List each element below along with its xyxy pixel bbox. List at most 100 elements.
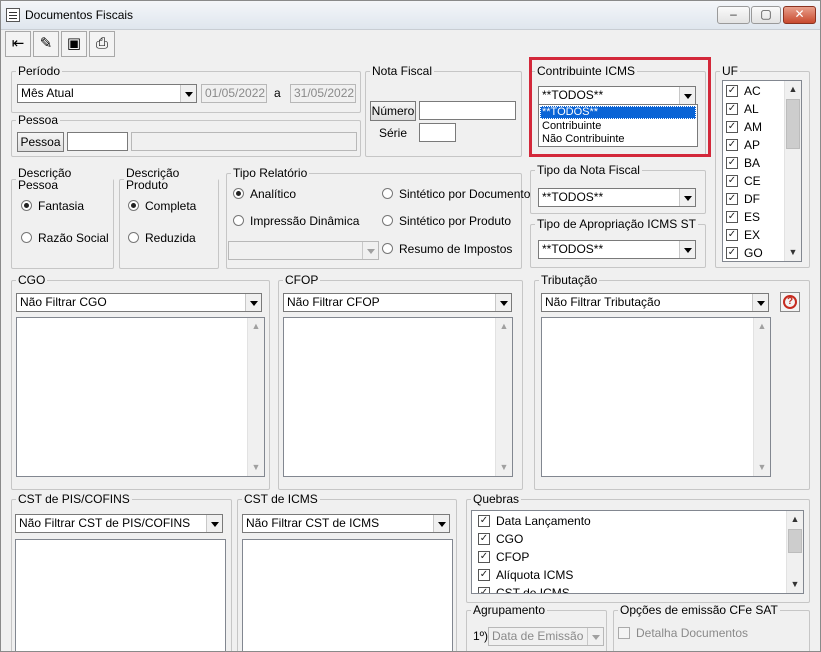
cgo-list[interactable]: ▲ ▼ bbox=[16, 317, 265, 477]
checkbox-checked-icon[interactable]: ✓ bbox=[726, 193, 738, 205]
pencil-icon: ✎ bbox=[39, 35, 53, 52]
chevron-up-icon[interactable]: ▲ bbox=[754, 318, 770, 335]
pessoa-code-field[interactable] bbox=[67, 132, 128, 151]
radio-checked-icon[interactable] bbox=[233, 188, 244, 199]
chevron-up-icon[interactable]: ▲ bbox=[496, 318, 512, 335]
cfop-scrollbar[interactable]: ▲ ▼ bbox=[495, 318, 512, 476]
exit-button[interactable]: ⇤ bbox=[5, 31, 31, 57]
checkbox-checked-icon[interactable]: ✓ bbox=[726, 229, 738, 241]
cst-icms-list[interactable] bbox=[242, 539, 453, 651]
quebras-legend: Quebras bbox=[473, 492, 520, 506]
chevron-down-icon[interactable]: ▼ bbox=[248, 459, 264, 476]
date-from-field[interactable]: 01/05/2022 bbox=[201, 84, 267, 103]
periodo-combo[interactable]: Mês Atual bbox=[17, 84, 197, 103]
numero-button[interactable]: Número bbox=[370, 101, 416, 121]
checkbox-checked-icon[interactable]: ✓ bbox=[726, 139, 738, 151]
quebras-list[interactable]: ✓ Data Lançamento ✓ CGO ✓ CFOP ✓ Alíquota IC… bbox=[471, 510, 804, 594]
radio-unchecked-icon[interactable] bbox=[21, 232, 32, 243]
cst-pis-list[interactable] bbox=[15, 539, 226, 651]
help-button[interactable]: ? bbox=[780, 292, 800, 312]
tipo-apropriacao-combo[interactable]: **TODOS** bbox=[538, 240, 696, 259]
date-to-field[interactable]: 31/05/2022 bbox=[290, 84, 356, 103]
chevron-down-icon[interactable]: ▼ bbox=[754, 459, 770, 476]
chevron-down-icon[interactable] bbox=[180, 85, 196, 102]
numero-field[interactable] bbox=[419, 101, 516, 120]
tipo-nota-value: **TODOS** bbox=[542, 190, 604, 204]
scrollbar-thumb[interactable] bbox=[786, 99, 800, 149]
radio-checked-icon[interactable] bbox=[21, 200, 32, 211]
tipo-apropriacao-legend: Tipo de Apropriação ICMS ST bbox=[537, 217, 696, 231]
chevron-down-icon[interactable]: ▼ bbox=[787, 576, 803, 593]
dropdown-option-nao-contribuinte[interactable]: Não Contribuinte bbox=[540, 133, 696, 146]
checkbox-unchecked-icon[interactable] bbox=[618, 627, 630, 639]
checkbox-checked-icon[interactable]: ✓ bbox=[478, 587, 490, 593]
minimize-button[interactable]: ‒ bbox=[717, 6, 750, 24]
print-button[interactable]: ⎙ bbox=[89, 31, 115, 57]
dropdown-option-contribuinte[interactable]: Contribuinte bbox=[540, 120, 696, 133]
checkbox-checked-icon[interactable]: ✓ bbox=[726, 175, 738, 187]
cgo-scrollbar[interactable]: ▲ ▼ bbox=[247, 318, 264, 476]
agrupamento-combo: Data de Emissão bbox=[488, 627, 604, 646]
checkbox-checked-icon[interactable]: ✓ bbox=[726, 103, 738, 115]
chevron-down-icon[interactable] bbox=[679, 87, 695, 104]
chevron-down-icon[interactable] bbox=[679, 241, 695, 258]
cgo-value: Não Filtrar CGO bbox=[20, 295, 107, 309]
quebras-scrollbar[interactable]: ▲ ▼ bbox=[786, 511, 803, 593]
chevron-up-icon[interactable]: ▲ bbox=[787, 511, 803, 528]
checkbox-checked-icon[interactable]: ✓ bbox=[478, 533, 490, 545]
window-title: Documentos Fiscais bbox=[25, 8, 134, 22]
tipo-nota-combo[interactable]: **TODOS** bbox=[538, 188, 696, 207]
tributacao-scrollbar[interactable]: ▲ ▼ bbox=[753, 318, 770, 476]
uf-list[interactable]: ✓ AC ✓ AL ✓ AM ✓ AP ✓ BA ✓ CE ✓ DF ✓ ES ✓ EX ✓ GO … bbox=[722, 80, 802, 262]
edit-button[interactable]: ✎ bbox=[33, 31, 59, 57]
cst-icms-combo[interactable]: Não Filtrar CST de ICMS bbox=[242, 514, 450, 533]
chevron-down-icon[interactable]: ▼ bbox=[785, 244, 801, 261]
chevron-up-icon[interactable]: ▲ bbox=[248, 318, 264, 335]
contribuinte-combo[interactable]: **TODOS** bbox=[538, 86, 696, 105]
descricao-pessoa-legend: Descrição Pessoa bbox=[18, 166, 72, 192]
cfop-combo[interactable]: Não Filtrar CFOP bbox=[283, 293, 512, 312]
radio-unchecked-icon[interactable] bbox=[128, 232, 139, 243]
radio-unchecked-icon[interactable] bbox=[233, 215, 244, 226]
agrupamento-legend: Agrupamento bbox=[473, 603, 546, 617]
close-button[interactable]: ✕ bbox=[783, 6, 816, 24]
cst-pis-combo[interactable]: Não Filtrar CST de PIS/COFINS bbox=[15, 514, 223, 533]
checkbox-checked-icon[interactable]: ✓ bbox=[726, 247, 738, 259]
cfop-list[interactable]: ▲ ▼ bbox=[283, 317, 513, 477]
scrollbar-thumb[interactable] bbox=[788, 529, 802, 553]
chevron-down-icon[interactable] bbox=[433, 515, 449, 532]
printer-icon: ⎙ bbox=[95, 35, 108, 52]
cgo-combo[interactable]: Não Filtrar CGO bbox=[16, 293, 262, 312]
radio-unchecked-icon[interactable] bbox=[382, 243, 393, 254]
pessoa-legend: Pessoa bbox=[18, 113, 59, 127]
radio-unchecked-icon[interactable] bbox=[382, 188, 393, 199]
chevron-down-icon[interactable] bbox=[206, 515, 222, 532]
maximize-button[interactable]: ▢ bbox=[751, 6, 781, 24]
checkbox-checked-icon[interactable]: ✓ bbox=[478, 515, 490, 527]
chevron-up-icon[interactable]: ▲ bbox=[785, 81, 801, 98]
save-button[interactable]: ▣ bbox=[61, 31, 87, 57]
tributacao-combo[interactable]: Não Filtrar Tributação bbox=[541, 293, 769, 312]
uf-scrollbar[interactable]: ▲ ▼ bbox=[784, 81, 801, 261]
chevron-down-icon[interactable] bbox=[495, 294, 511, 311]
checkbox-checked-icon[interactable]: ✓ bbox=[726, 157, 738, 169]
radio-unchecked-icon[interactable] bbox=[382, 215, 393, 226]
contribuinte-value: **TODOS** bbox=[542, 88, 604, 102]
pessoa-button[interactable]: Pessoa bbox=[17, 132, 64, 152]
chevron-down-icon[interactable] bbox=[679, 189, 695, 206]
agrupamento-order-label: 1º) bbox=[473, 629, 489, 643]
dropdown-option-todos[interactable]: **TODOS** bbox=[540, 106, 696, 119]
chevron-down-icon[interactable] bbox=[752, 294, 768, 311]
serie-field[interactable] bbox=[419, 123, 456, 142]
checkbox-checked-icon[interactable]: ✓ bbox=[726, 85, 738, 97]
cfop-value: Não Filtrar CFOP bbox=[287, 295, 380, 309]
tributacao-list[interactable]: ▲ ▼ bbox=[541, 317, 771, 477]
checkbox-checked-icon[interactable]: ✓ bbox=[726, 121, 738, 133]
chevron-down-icon[interactable] bbox=[245, 294, 261, 311]
chevron-down-icon[interactable]: ▼ bbox=[496, 459, 512, 476]
checkbox-checked-icon[interactable]: ✓ bbox=[478, 551, 490, 563]
radio-checked-icon[interactable] bbox=[128, 200, 139, 211]
checkbox-checked-icon[interactable]: ✓ bbox=[726, 211, 738, 223]
title-bar: Documentos Fiscais ‒ ▢ ✕ bbox=[1, 1, 820, 30]
checkbox-checked-icon[interactable]: ✓ bbox=[478, 569, 490, 581]
